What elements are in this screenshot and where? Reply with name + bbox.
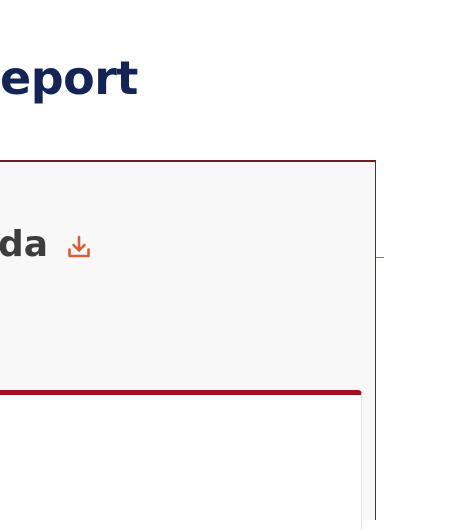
inner-card — [0, 390, 362, 530]
panel-heading: da — [0, 222, 92, 268]
page-title: eport — [0, 51, 138, 105]
download-icon[interactable] — [66, 234, 92, 260]
report-panel: da — [0, 160, 376, 530]
panel-heading-text: da — [0, 224, 49, 265]
divider-line — [375, 257, 384, 258]
